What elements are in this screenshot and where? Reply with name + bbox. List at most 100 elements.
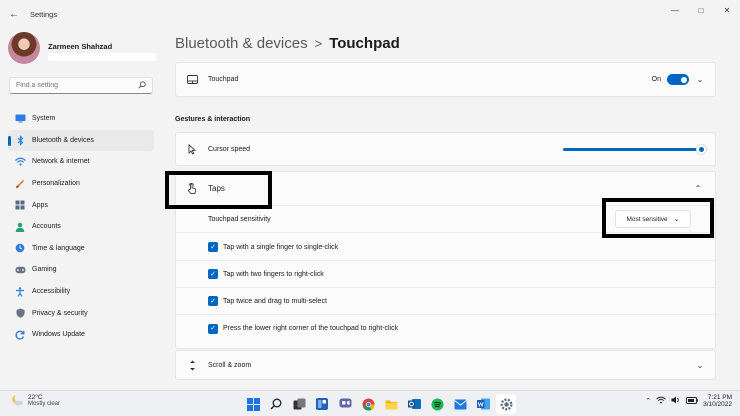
breadcrumb: Bluetooth & devices > Touchpad [175,31,400,55]
wifi-icon [8,157,32,167]
touchpad-card[interactable]: Touchpad On ⌄ [175,62,716,97]
profile-email-redacted [48,53,156,61]
sidebar-item-personalization[interactable]: Personalization [8,173,154,195]
search-box [9,77,153,94]
settings-icon[interactable] [496,394,516,414]
main-content: Bluetooth & devices > Touchpad Touchpad … [165,28,740,390]
title-bar: ← Settings — □ ✕ [0,0,740,28]
sidebar-item-system[interactable]: System [8,108,154,130]
sidebar-item-windows-update[interactable]: Windows Update [8,324,154,346]
bluetooth-icon [8,135,32,146]
sidebar-item-accessibility[interactable]: Accessibility [8,281,154,303]
app-title: Settings [30,9,58,19]
clock-time: 7:21 PM [707,394,732,401]
avatar [8,32,40,64]
checkbox-tap-twice-drag[interactable]: ✓ [208,296,218,306]
sidebar-item-gaming[interactable]: Gaming [8,259,154,281]
brush-icon [8,179,32,189]
tap-option-label: Tap twice and drag to multi-select [223,297,327,305]
cursor-speed-label: Cursor speed [208,145,251,153]
file-explorer-icon[interactable] [381,394,401,414]
profile-name: Zarmeen Shahzad [48,42,113,51]
gamepad-icon [8,266,32,274]
breadcrumb-parent[interactable]: Bluetooth & devices [175,35,308,52]
chat-icon[interactable] [335,394,355,414]
window-controls: — □ ✕ [662,0,740,28]
shield-icon [8,308,32,318]
sidebar-item-network-internet[interactable]: Network & internet [8,151,154,173]
slider-thumb[interactable] [697,144,706,154]
slider-track [563,144,706,154]
word-icon[interactable] [473,394,493,414]
highlight-box-taps [165,171,272,209]
scroll-zoom-label: Scroll & zoom [208,361,252,369]
cursor-icon [176,143,208,155]
highlight-box-sensitivity [602,198,714,238]
touchpad-icon [176,75,208,84]
sidebar-item-apps[interactable]: Apps [8,194,154,216]
checkbox-single-finger[interactable]: ✓ [208,242,218,252]
monitor-icon [8,114,32,123]
user-profile[interactable]: Zarmeen Shahzad [8,32,158,64]
scroll-icon [176,360,208,371]
weather-temp: 22°C [28,394,43,402]
minimize-icon[interactable]: — [662,0,688,20]
touchpad-label: Touchpad [208,76,239,83]
page-title: Touchpad [329,34,400,52]
toggle-state-label: On [651,76,661,83]
spotify-icon[interactable] [427,394,447,414]
weather-widget[interactable]: 22°C Mostly clear [10,394,60,408]
scroll-zoom-card[interactable]: Scroll & zoom ⌄ [175,350,716,380]
taskbar-apps [243,394,516,414]
cursor-speed-card: Cursor speed [175,132,716,166]
sensitivity-label: Touchpad sensitivity [208,215,271,223]
chevron-down-icon[interactable]: ⌄ [695,361,705,370]
nav-list: System Bluetooth & devices Network & int… [8,108,154,346]
chevron-up-icon[interactable]: ⌃ [693,184,703,193]
weather-condition: Mostly clear [28,401,61,408]
globe-clock-icon [8,243,32,253]
chevron-down-icon[interactable]: ⌄ [695,75,705,84]
sidebar-item-time-language[interactable]: Time & language [8,238,154,260]
maximize-icon[interactable]: □ [688,0,714,20]
search-icon[interactable] [138,81,146,91]
clock-date: 3/10/2022 [703,401,732,409]
volume-icon[interactable] [671,396,681,406]
tap-option-row[interactable]: ✓ Press the lower right corner of the to… [176,315,715,342]
chevron-up-icon[interactable]: ⌃ [645,397,651,405]
refresh-icon [8,330,32,340]
tap-option-label: Tap with a single finger to single-click [223,243,339,251]
outlook-icon[interactable] [404,394,424,414]
tap-option-row[interactable]: ✓ Tap with two fingers to right-click [176,261,715,288]
sidebar-item-bluetooth-devices[interactable]: Bluetooth & devices [8,129,154,152]
close-icon[interactable]: ✕ [714,0,740,20]
sidebar-item-accounts[interactable]: Accounts [8,216,154,238]
widgets-icon[interactable] [312,394,332,414]
windows-start-icon[interactable] [243,394,263,414]
person-icon [8,222,32,232]
checkbox-lower-right-corner[interactable]: ✓ [208,323,218,334]
tap-option-row[interactable]: ✓ Tap twice and drag to multi-select [176,288,715,315]
tap-option-label: Tap with two fingers to right-click [223,270,324,278]
sidebar: Zarmeen Shahzad System Bluetooth & devic… [0,28,165,390]
wifi-icon[interactable] [656,396,666,406]
touchpad-toggle[interactable] [667,74,689,85]
task-view-icon[interactable] [289,394,309,414]
apps-icon [8,200,32,210]
section-heading: Gestures & interaction [175,116,251,123]
search-input[interactable] [10,82,130,89]
search-icon[interactable] [266,394,286,414]
tap-option-label: Press the lower right corner of the touc… [223,325,399,332]
checkbox-two-fingers[interactable]: ✓ [208,269,218,279]
tap-option-row[interactable]: ✓ Tap with a single finger to single-cli… [176,234,715,261]
moon-cloud-icon [10,394,24,408]
taskbar: 22°C Mostly clear ⌃ 7:21 PM 3/10/2022 [0,390,740,416]
battery-icon[interactable] [686,397,698,406]
chrome-icon[interactable] [358,394,378,414]
sidebar-item-privacy-security[interactable]: Privacy & security [8,302,154,324]
clock[interactable]: 7:21 PM 3/10/2022 [703,394,732,409]
cursor-speed-slider[interactable] [563,133,706,165]
arrow-left-icon[interactable]: ← [2,9,26,20]
mail-icon[interactable] [450,394,470,414]
accessibility-icon [8,286,32,297]
